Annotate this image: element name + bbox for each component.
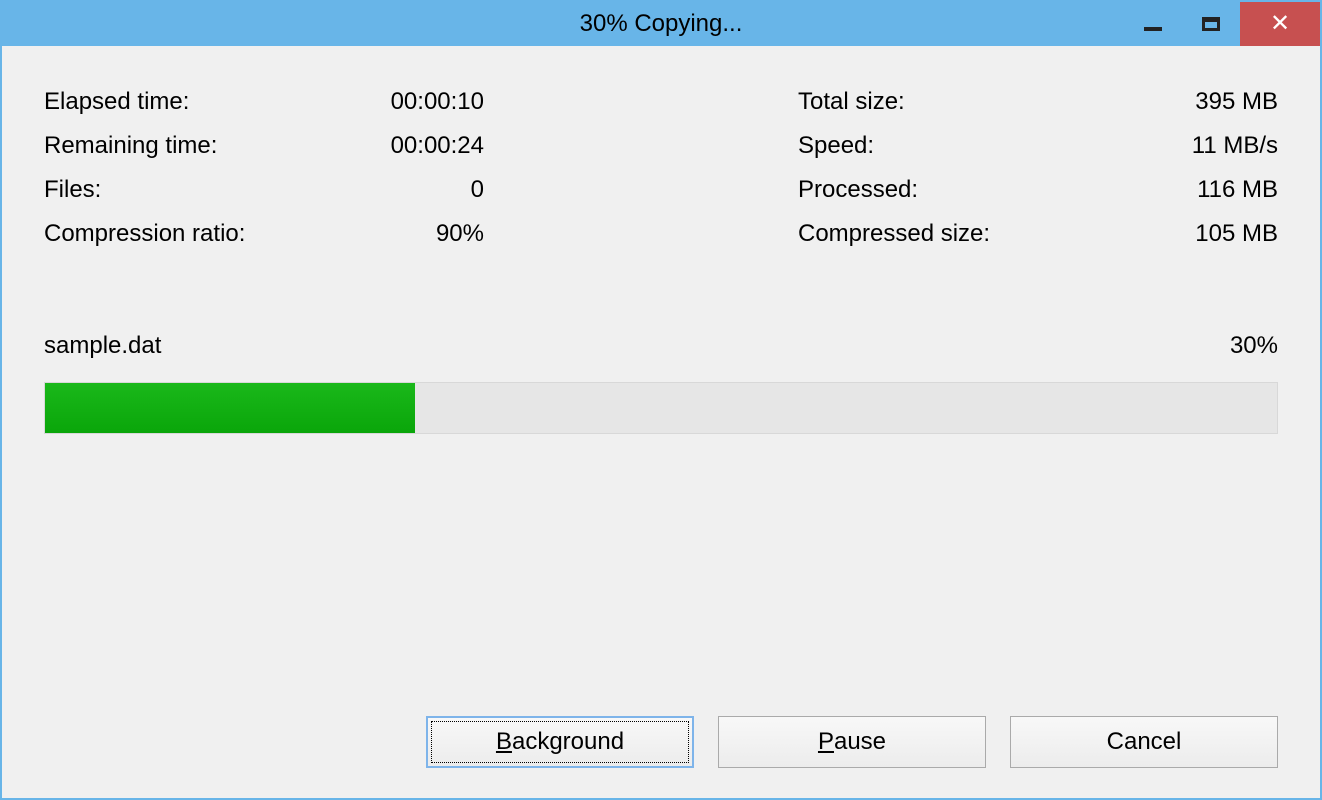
titlebar[interactable]: 30% Copying... ✕	[2, 2, 1320, 46]
files-row: Files: 0	[44, 172, 484, 208]
remaining-time-row: Remaining time: 00:00:24	[44, 128, 484, 164]
elapsed-time-row: Elapsed time: 00:00:10	[44, 84, 484, 120]
compression-ratio-row: Compression ratio: 90%	[44, 216, 484, 252]
progress-bar-fill	[45, 383, 415, 433]
close-icon: ✕	[1270, 12, 1290, 36]
total-size-value: 395 MB	[1195, 84, 1278, 120]
compressed-size-value: 105 MB	[1195, 216, 1278, 252]
compression-ratio-label: Compression ratio:	[44, 216, 245, 252]
current-file-percent: 30%	[1230, 332, 1278, 360]
speed-label: Speed:	[798, 128, 874, 164]
pause-button-label: Pause	[818, 728, 886, 756]
stats-row: Elapsed time: 00:00:10 Remaining time: 0…	[44, 84, 1278, 252]
stats-left-column: Elapsed time: 00:00:10 Remaining time: 0…	[44, 84, 484, 252]
current-file-name: sample.dat	[44, 332, 161, 360]
speed-row: Speed: 11 MB/s	[798, 128, 1278, 164]
dialog-window: 30% Copying... ✕ Elapsed time: 00:00:10 …	[0, 0, 1322, 800]
pause-button[interactable]: Pause	[718, 716, 986, 768]
window-title: 30% Copying...	[580, 10, 743, 38]
files-value: 0	[471, 172, 484, 208]
elapsed-time-label: Elapsed time:	[44, 84, 189, 120]
maximize-icon	[1202, 17, 1220, 31]
background-button[interactable]: Background	[426, 716, 694, 768]
dialog-content: Elapsed time: 00:00:10 Remaining time: 0…	[2, 46, 1320, 798]
remaining-time-value: 00:00:24	[391, 128, 484, 164]
compressed-size-row: Compressed size: 105 MB	[798, 216, 1278, 252]
minimize-icon	[1144, 27, 1162, 31]
elapsed-time-value: 00:00:10	[391, 84, 484, 120]
button-row: Background Pause Cancel	[426, 716, 1278, 768]
processed-value: 116 MB	[1197, 172, 1278, 208]
minimize-button[interactable]	[1124, 2, 1182, 46]
close-button[interactable]: ✕	[1240, 2, 1320, 46]
maximize-button[interactable]	[1182, 2, 1240, 46]
compression-ratio-value: 90%	[436, 216, 484, 252]
processed-label: Processed:	[798, 172, 918, 208]
window-controls: ✕	[1124, 2, 1320, 46]
progress-bar	[44, 382, 1278, 434]
cancel-button[interactable]: Cancel	[1010, 716, 1278, 768]
compressed-size-label: Compressed size:	[798, 216, 990, 252]
total-size-row: Total size: 395 MB	[798, 84, 1278, 120]
processed-row: Processed: 116 MB	[798, 172, 1278, 208]
total-size-label: Total size:	[798, 84, 905, 120]
stats-right-column: Total size: 395 MB Speed: 11 MB/s Proces…	[798, 84, 1278, 252]
remaining-time-label: Remaining time:	[44, 128, 217, 164]
current-file-row: sample.dat 30%	[44, 332, 1278, 360]
speed-value: 11 MB/s	[1192, 128, 1278, 164]
cancel-button-label: Cancel	[1107, 728, 1182, 756]
background-button-label: Background	[496, 728, 624, 756]
files-label: Files:	[44, 172, 101, 208]
